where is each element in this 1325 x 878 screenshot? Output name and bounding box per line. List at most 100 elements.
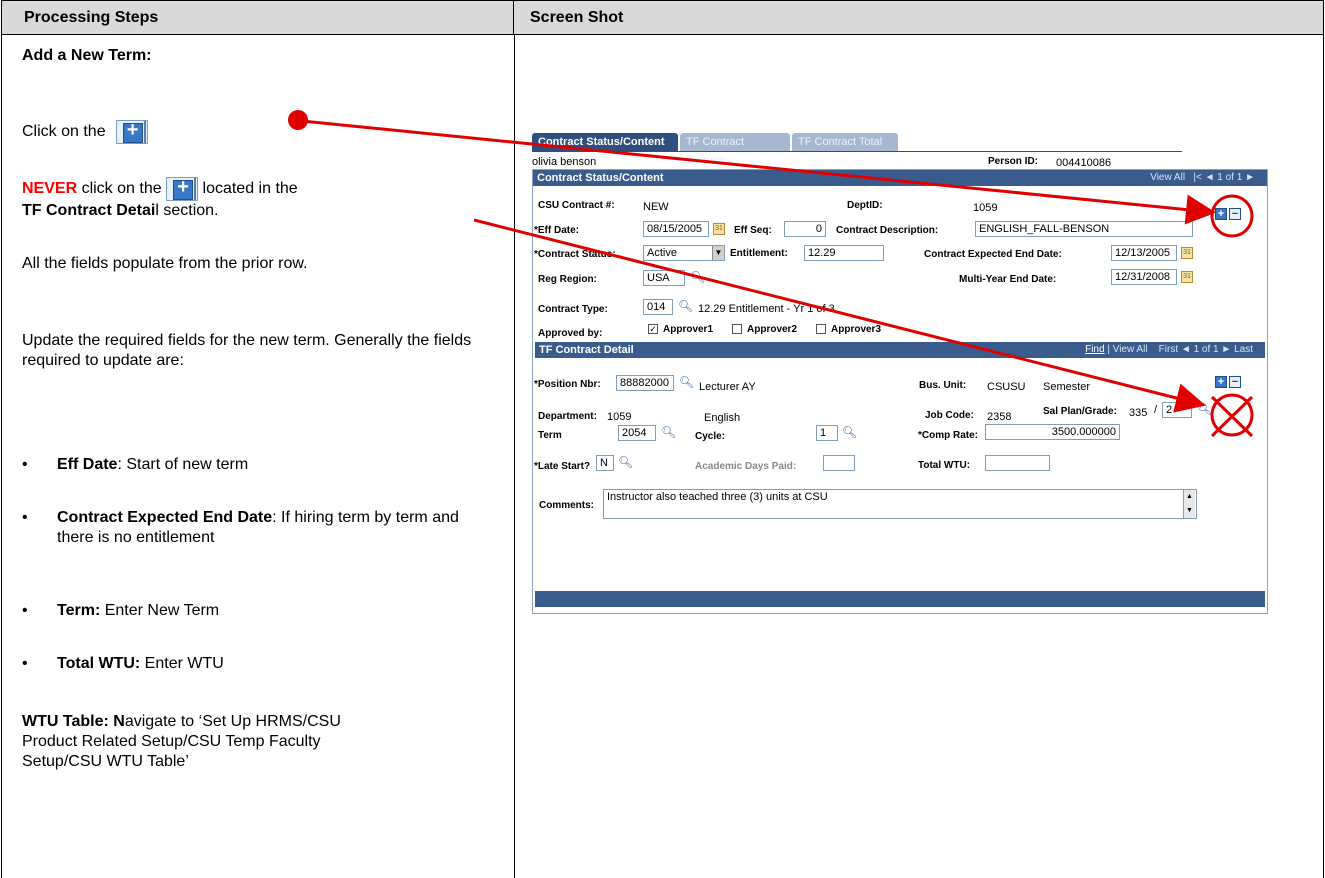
chevron-down-icon[interactable]: ▼ bbox=[712, 246, 724, 260]
late-start-field[interactable]: N bbox=[596, 455, 614, 471]
update-note: Update the required fields for the new t… bbox=[22, 332, 472, 369]
approver3-checkbox[interactable] bbox=[816, 324, 826, 334]
contract-description-field[interactable]: ENGLISH_FALL-BENSON bbox=[975, 221, 1193, 237]
add-row-icon bbox=[115, 120, 148, 144]
delete-row-button[interactable]: − bbox=[1229, 208, 1241, 220]
academic-days-paid-label: Academic Days Paid: bbox=[695, 461, 797, 472]
approver3-label: Approver3 bbox=[831, 324, 882, 335]
contract-type-field[interactable]: 014 bbox=[643, 299, 673, 315]
header-processing-steps: Processing Steps bbox=[2, 1, 514, 35]
list-item: • Term: Enter New Term bbox=[22, 602, 220, 619]
tab-bar: Contract Status/Content TF Contract Cour… bbox=[532, 133, 1182, 166]
approver1-label: Approver1 bbox=[663, 324, 714, 335]
eff-seq-field[interactable]: 0 bbox=[784, 221, 826, 237]
tf-contract-detail-header: TF Contract Detail Find | View All First… bbox=[535, 342, 1265, 358]
tab-contract-total[interactable]: TF Contract Total bbox=[792, 133, 898, 151]
calendar-icon[interactable]: 31 bbox=[713, 223, 725, 235]
position-nbr-field[interactable]: 88882000 bbox=[616, 375, 674, 391]
eff-date-label: *Eff Date: bbox=[534, 225, 580, 236]
job-code-label: Job Code: bbox=[925, 410, 974, 421]
comp-rate-field[interactable]: 3500.000000 bbox=[985, 424, 1120, 440]
wtu-table-note: WTU Table: Navigate to ‘Set Up HRMS/CSU … bbox=[22, 713, 341, 770]
multi-year-end-date-field[interactable]: 12/31/2008 bbox=[1111, 269, 1177, 285]
deptid-value: 1059 bbox=[973, 202, 998, 214]
person-id-label: Person ID: bbox=[988, 156, 1039, 167]
comments-textarea[interactable]: Instructor also teached three (3) units … bbox=[603, 489, 1197, 519]
cycle-field[interactable]: 1 bbox=[816, 425, 838, 441]
tab-contract-courses[interactable]: TF Contract Courses bbox=[680, 133, 790, 166]
comments-label: Comments: bbox=[539, 500, 595, 511]
department-label: Department: bbox=[538, 411, 597, 422]
scrollbar[interactable]: ▲ ▼ bbox=[1183, 490, 1195, 518]
approver1-checkbox[interactable]: ✓ bbox=[648, 324, 658, 334]
lookup-icon[interactable]: 🔍︎ bbox=[661, 426, 676, 438]
deptid-label: DeptID: bbox=[847, 200, 883, 211]
multi-year-end-date-label: Multi-Year End Date: bbox=[959, 274, 1057, 285]
eff-date-field[interactable]: 08/15/2005 bbox=[643, 221, 709, 237]
never-warning: NEVER click on the located in the TF Con… bbox=[22, 177, 492, 221]
sal-plan-value: 335 bbox=[1129, 407, 1148, 419]
bus-unit-label: Bus. Unit: bbox=[919, 380, 967, 391]
lookup-icon[interactable]: 🔍︎ bbox=[1197, 403, 1212, 415]
bus-unit-description: Semester bbox=[1043, 381, 1091, 393]
sal-plan-grade-label: Sal Plan/Grade: bbox=[1043, 406, 1117, 417]
approved-by-label: Approved by: bbox=[538, 328, 603, 339]
contract-status-header: Contract Status/Content View All |< ◄ 1 … bbox=[533, 170, 1267, 186]
lookup-icon[interactable]: 🔍︎ bbox=[679, 376, 694, 388]
list-item: • Total WTU: Enter WTU bbox=[22, 655, 224, 672]
calendar-icon[interactable]: 31 bbox=[1181, 271, 1193, 283]
add-row-button[interactable]: + bbox=[1215, 376, 1227, 388]
person-id: 004410086 bbox=[1056, 157, 1112, 169]
lookup-icon[interactable]: 🔍︎ bbox=[690, 271, 705, 283]
total-wtu-field[interactable] bbox=[985, 455, 1050, 471]
entitlement-field[interactable]: 12.29 bbox=[804, 245, 884, 261]
entitlement-label: Entitlement: bbox=[730, 248, 788, 259]
click-instruction: Click on the bbox=[22, 120, 492, 144]
status-nav[interactable]: View All |< ◄ 1 of 1 ► bbox=[1150, 170, 1255, 186]
csu-contract-label: CSU Contract #: bbox=[538, 200, 615, 211]
job-code-value: 2358 bbox=[987, 411, 1012, 423]
tab-contract-status[interactable]: Contract Status/Content bbox=[532, 133, 678, 151]
bus-unit-value: CSUSU bbox=[987, 381, 1026, 393]
detail-nav[interactable]: Find | View All First ◄ 1 of 1 ► Last bbox=[1085, 342, 1253, 358]
approver2-label: Approver2 bbox=[747, 324, 798, 335]
lookup-icon[interactable]: 🔍︎ bbox=[842, 426, 857, 438]
expected-end-date-field[interactable]: 12/13/2005 bbox=[1111, 245, 1177, 261]
academic-days-paid-field[interactable] bbox=[823, 455, 855, 471]
late-start-label: *Late Start? bbox=[534, 461, 591, 472]
section-footer-bar bbox=[535, 591, 1265, 607]
lookup-icon[interactable]: 🔍︎ bbox=[678, 300, 693, 312]
contract-type-description: 12.29 Entitlement - Yr 1 of 3 bbox=[698, 303, 835, 315]
reg-region-label: Reg Region: bbox=[538, 274, 597, 285]
grade-field[interactable]: 2 bbox=[1162, 402, 1192, 418]
term-field[interactable]: 2054 bbox=[618, 425, 656, 441]
total-wtu-label: Total WTU: bbox=[918, 460, 971, 471]
column-divider bbox=[514, 35, 515, 878]
comp-rate-label: *Comp Rate: bbox=[918, 430, 979, 441]
grade-separator: / bbox=[1154, 404, 1158, 416]
cycle-label: Cycle: bbox=[695, 431, 726, 442]
contract-type-label: Contract Type: bbox=[538, 304, 608, 315]
add-row-button[interactable]: + bbox=[1215, 208, 1227, 220]
approver2-checkbox[interactable] bbox=[732, 324, 742, 334]
reg-region-field[interactable]: USA bbox=[643, 270, 685, 286]
term-label: Term bbox=[538, 430, 562, 441]
list-item: • Eff Date: Start of new term bbox=[22, 456, 249, 473]
department-description: English bbox=[704, 412, 741, 424]
add-row-icon bbox=[166, 177, 199, 201]
header-screen-shot: Screen Shot bbox=[514, 1, 1323, 35]
eff-seq-label: Eff Seq: bbox=[734, 225, 772, 236]
list-item: • Contract Expected End Date: If hiring t… bbox=[22, 509, 459, 546]
delete-row-button[interactable]: − bbox=[1229, 376, 1241, 388]
peoplesoft-screenshot: Contract Status/Content TF Contract Cour… bbox=[532, 133, 1268, 614]
position-description: Lecturer AY bbox=[699, 381, 756, 393]
person-name: olivia benson bbox=[532, 156, 597, 168]
step-title: Add a New Term: bbox=[22, 47, 152, 64]
csu-contract-value: NEW bbox=[643, 201, 669, 213]
position-nbr-label: *Position Nbr: bbox=[534, 379, 601, 390]
populate-note: All the fields populate from the prior r… bbox=[22, 255, 308, 272]
calendar-icon[interactable]: 31 bbox=[1181, 247, 1193, 259]
lookup-icon[interactable]: 🔍︎ bbox=[618, 456, 633, 468]
expected-end-date-label: Contract Expected End Date: bbox=[924, 249, 1062, 260]
contract-status-label: *Contract Status: bbox=[534, 249, 616, 260]
